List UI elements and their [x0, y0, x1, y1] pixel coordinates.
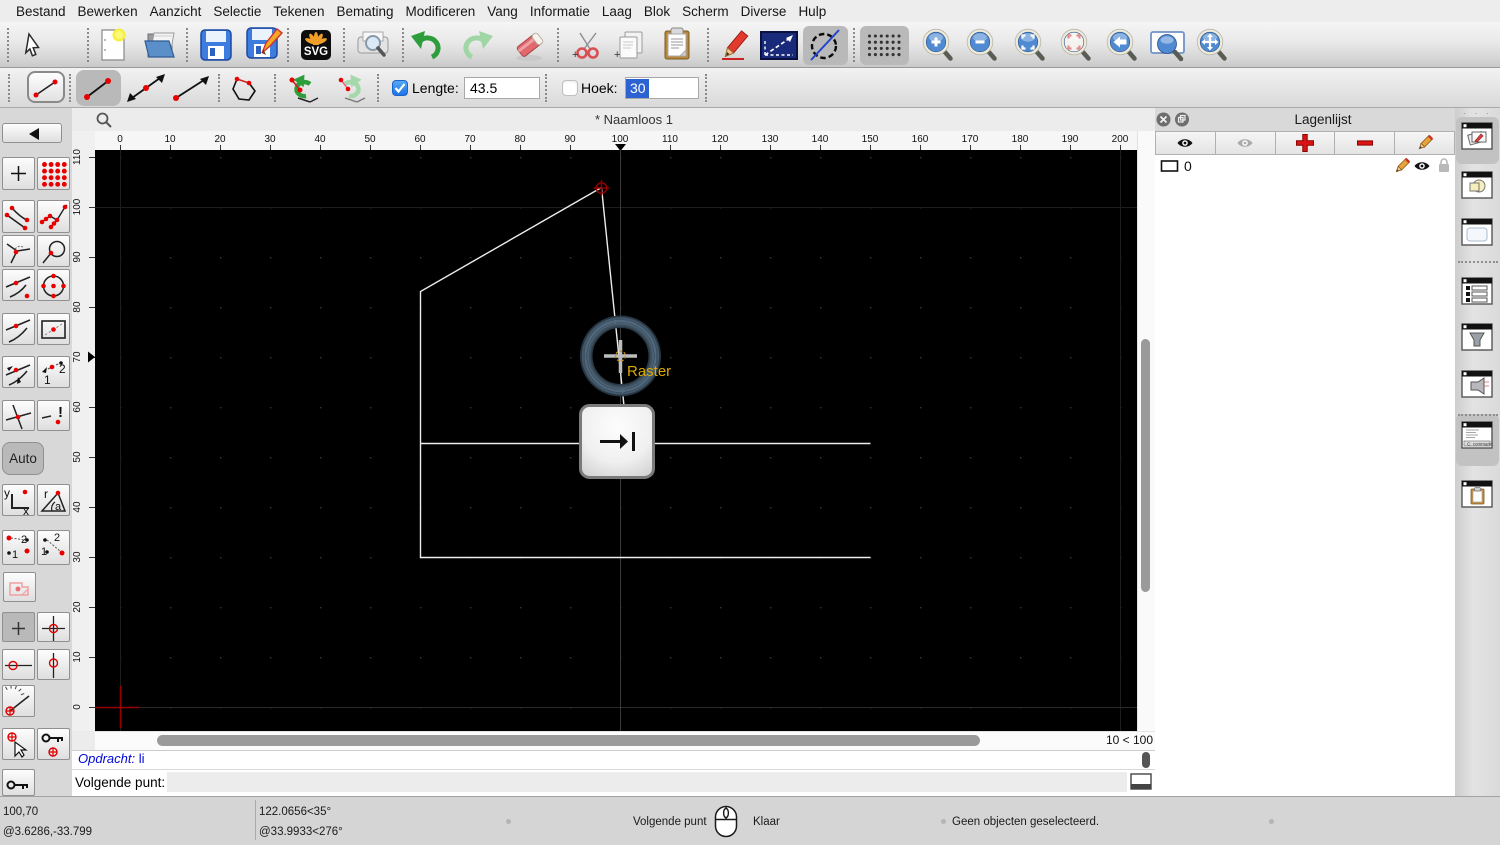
svg-text:Raster: Raster: [627, 363, 671, 380]
svg-text:70: 70: [464, 134, 476, 145]
svg-text:160: 160: [912, 134, 929, 145]
svg-text:200: 200: [1112, 134, 1129, 145]
svg-text:50: 50: [72, 451, 83, 463]
svg-text:100: 100: [612, 134, 629, 145]
svg-text:20: 20: [214, 134, 226, 145]
svg-text:30: 30: [72, 551, 83, 563]
svg-text:+: +: [572, 49, 578, 61]
svg-text:180: 180: [1012, 134, 1029, 145]
svg-text:!: !: [58, 404, 63, 421]
svg-text:10: 10: [164, 134, 176, 145]
svg-text:Lagenlijst: Lagenlijst: [1294, 112, 1351, 127]
svg-text:x: x: [23, 504, 29, 516]
svg-text:80: 80: [514, 134, 526, 145]
svg-text:1: 1: [44, 373, 51, 387]
svg-text:90: 90: [72, 251, 83, 263]
svg-text:40: 40: [314, 134, 326, 145]
svg-text:0: 0: [72, 704, 83, 710]
svg-text:+: +: [614, 49, 620, 61]
svg-text:SVG: SVG: [304, 46, 328, 58]
svg-text:80: 80: [72, 301, 83, 313]
svg-text:2: 2: [21, 534, 27, 546]
svg-text:150: 150: [862, 134, 879, 145]
svg-text:130: 130: [762, 134, 779, 145]
svg-text:20: 20: [72, 601, 83, 613]
svg-text:140: 140: [812, 134, 829, 145]
svg-text:60: 60: [414, 134, 426, 145]
svg-text:y: y: [4, 486, 10, 500]
svg-text:0: 0: [1184, 158, 1192, 174]
svg-text:60: 60: [72, 401, 83, 413]
svg-text:1: 1: [12, 549, 18, 561]
svg-text:C: command: C: command: [1467, 441, 1493, 446]
svg-text:10: 10: [72, 651, 83, 663]
svg-text:2: 2: [59, 362, 66, 376]
svg-text:90: 90: [564, 134, 576, 145]
svg-text:110: 110: [662, 134, 678, 145]
svg-text:30: 30: [264, 134, 276, 145]
svg-text:120: 120: [712, 134, 729, 145]
svg-text:170: 170: [962, 134, 979, 145]
svg-text:r: r: [44, 487, 48, 501]
svg-text:a: a: [55, 501, 62, 513]
svg-text:2: 2: [54, 532, 60, 544]
svg-text:0: 0: [117, 134, 123, 145]
svg-text:50: 50: [364, 134, 376, 145]
svg-text:70: 70: [72, 351, 83, 363]
svg-text:110: 110: [72, 149, 83, 165]
svg-text:190: 190: [1062, 134, 1079, 145]
svg-text:40: 40: [72, 501, 83, 513]
svg-text:100: 100: [72, 198, 83, 215]
